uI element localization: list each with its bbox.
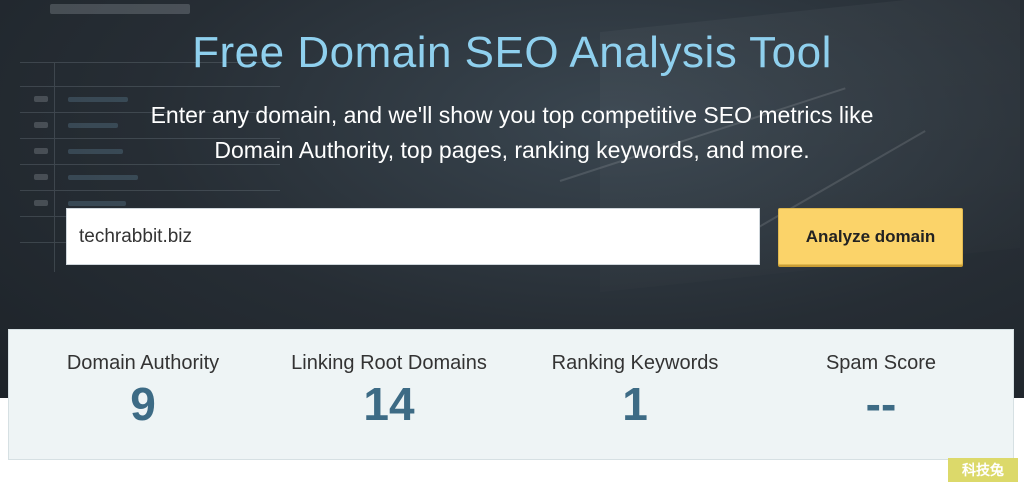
- subtitle-line-2: Domain Authority, top pages, ranking key…: [214, 137, 810, 163]
- metric-label: Linking Root Domains: [291, 352, 487, 374]
- metric-label: Spam Score: [825, 352, 937, 374]
- metric-domain-authority: Domain Authority 9: [23, 330, 263, 431]
- page-subtitle: Enter any domain, and we'll show you top…: [90, 98, 934, 168]
- metric-value: 14: [363, 378, 415, 430]
- metric-linking-root-domains: Linking Root Domains 14: [269, 330, 509, 431]
- metric-ranking-keywords: Ranking Keywords 1: [515, 330, 755, 431]
- metrics-panel: Domain Authority 9 Linking Root Domains …: [8, 329, 1014, 460]
- subtitle-line-1: Enter any domain, and we'll show you top…: [150, 102, 874, 128]
- page-title: Free Domain SEO Analysis Tool: [192, 28, 832, 77]
- metric-label: Domain Authority: [66, 352, 220, 374]
- metric-value: --: [865, 378, 897, 430]
- metric-value: 9: [130, 378, 156, 430]
- metric-spam-score: Spam Score --: [761, 330, 1001, 431]
- metric-value: 1: [622, 378, 648, 430]
- watermark-badge: 科技兔: [948, 458, 1018, 482]
- domain-input[interactable]: [66, 208, 760, 265]
- analyze-domain-button[interactable]: Analyze domain: [778, 208, 963, 265]
- metric-label: Ranking Keywords: [551, 352, 719, 374]
